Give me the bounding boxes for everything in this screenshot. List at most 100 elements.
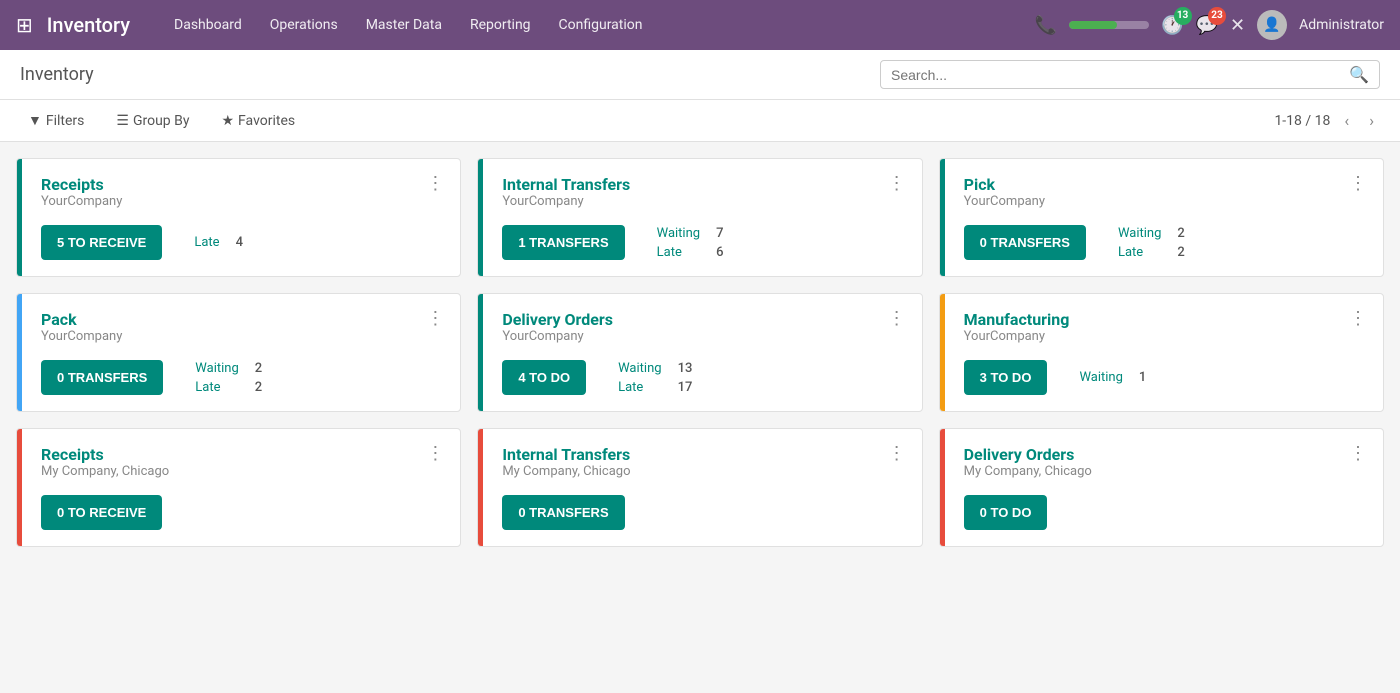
card-stat: Waiting 13 (618, 361, 692, 376)
card-stat: Late 6 (657, 245, 724, 260)
card-menu-button[interactable]: ⋮ (888, 175, 906, 193)
card-action-button[interactable]: 3 TO DO (964, 360, 1048, 395)
card-title: Receipts (41, 445, 169, 464)
star-icon: ★ (221, 113, 234, 129)
card-stat: Late 4 (194, 235, 243, 250)
card-title: Pack (41, 310, 122, 329)
card-menu-button[interactable]: ⋮ (426, 310, 444, 328)
card-receipts-1: Receipts YourCompany ⋮ 5 TO RECEIVE Late… (16, 158, 461, 277)
user-name[interactable]: Administrator (1299, 17, 1384, 33)
card-action-button[interactable]: 0 TO DO (964, 495, 1048, 530)
card-pack-1: Pack YourCompany ⋮ 0 TRANSFERS Waiting 2… (16, 293, 461, 412)
phone-icon[interactable]: 📞 (1035, 15, 1057, 36)
card-stat: Waiting 1 (1079, 370, 1146, 385)
stat-value: 13 (678, 361, 693, 376)
nav-operations[interactable]: Operations (258, 11, 350, 39)
search-bar: 🔍 (880, 60, 1380, 89)
card-menu-button[interactable]: ⋮ (426, 445, 444, 463)
nav-configuration[interactable]: Configuration (547, 11, 655, 39)
card-header: Delivery Orders YourCompany ⋮ (494, 310, 905, 356)
card-header: Internal Transfers My Company, Chicago ⋮ (494, 445, 905, 491)
activity-badge-btn[interactable]: 🕐 13 (1161, 15, 1183, 36)
card-stat: Waiting 2 (195, 361, 262, 376)
search-icon[interactable]: 🔍 (1349, 65, 1369, 84)
filter-icon: ▼ (28, 112, 42, 129)
card-stats: Waiting 7 Late 6 (657, 226, 724, 260)
card-subtitle: My Company, Chicago (964, 464, 1092, 479)
stat-label: Late (194, 235, 219, 250)
progress-bar (1069, 21, 1117, 29)
stat-value: 2 (1177, 226, 1184, 241)
stat-value: 7 (716, 226, 723, 241)
card-subtitle: YourCompany (41, 194, 122, 209)
card-border (478, 294, 483, 411)
card-header: Delivery Orders My Company, Chicago ⋮ (956, 445, 1367, 491)
toolbar-left: ▼ Filters ☰ Group By ★ Favorites (20, 108, 303, 133)
card-stats: Waiting 2 Late 2 (1118, 226, 1185, 260)
stat-label: Late (1118, 245, 1143, 260)
topbar: ⊞ Inventory Dashboard Operations Master … (0, 0, 1400, 50)
card-subtitle: YourCompany (964, 194, 1045, 209)
filters-button[interactable]: ▼ Filters (20, 108, 92, 133)
pagination-label: 1-18 / 18 (1274, 113, 1330, 129)
card-action-button[interactable]: 4 TO DO (502, 360, 586, 395)
card-body: 0 TO RECEIVE (33, 495, 444, 530)
groupby-label: Group By (133, 113, 190, 129)
activity-badge: 13 (1174, 7, 1192, 25)
groupby-icon: ☰ (116, 113, 129, 129)
groupby-button[interactable]: ☰ Group By (108, 109, 197, 133)
card-title: Delivery Orders (964, 445, 1092, 464)
favorites-label: Favorites (238, 113, 295, 129)
message-badge: 23 (1208, 7, 1226, 25)
card-border (940, 294, 945, 411)
card-border (17, 159, 22, 276)
card-receipts-2: Receipts My Company, Chicago ⋮ 0 TO RECE… (16, 428, 461, 547)
card-menu-button[interactable]: ⋮ (1349, 310, 1367, 328)
card-body: 0 TRANSFERS (494, 495, 905, 530)
card-menu-button[interactable]: ⋮ (888, 310, 906, 328)
card-header: Internal Transfers YourCompany ⋮ (494, 175, 905, 221)
card-internal-transfers-1: Internal Transfers YourCompany ⋮ 1 TRANS… (477, 158, 922, 277)
stat-value: 1 (1139, 370, 1146, 385)
grid-icon[interactable]: ⊞ (16, 13, 33, 37)
card-pick-1: Pick YourCompany ⋮ 0 TRANSFERS Waiting 2… (939, 158, 1384, 277)
card-body: 1 TRANSFERS Waiting 7 Late 6 (494, 225, 905, 260)
toolbar-right: 1-18 / 18 ‹ › (1274, 109, 1380, 132)
subheader: Inventory 🔍 (0, 50, 1400, 100)
card-body: 4 TO DO Waiting 13 Late 17 (494, 360, 905, 395)
prev-page-button[interactable]: ‹ (1338, 109, 1355, 132)
next-page-button[interactable]: › (1363, 109, 1380, 132)
card-action-button[interactable]: 0 TRANSFERS (964, 225, 1086, 260)
nav-dashboard[interactable]: Dashboard (162, 11, 254, 39)
nav-reporting[interactable]: Reporting (458, 11, 543, 39)
card-delivery-orders-2: Delivery Orders My Company, Chicago ⋮ 0 … (939, 428, 1384, 547)
toolbar: ▼ Filters ☰ Group By ★ Favorites 1-18 / … (0, 100, 1400, 142)
avatar: 👤 (1257, 10, 1287, 40)
card-manufacturing-1: Manufacturing YourCompany ⋮ 3 TO DO Wait… (939, 293, 1384, 412)
card-header: Pick YourCompany ⋮ (956, 175, 1367, 221)
card-menu-button[interactable]: ⋮ (888, 445, 906, 463)
stat-label: Late (657, 245, 682, 260)
card-subtitle: My Company, Chicago (41, 464, 169, 479)
card-stat: Late 2 (195, 380, 262, 395)
card-menu-button[interactable]: ⋮ (1349, 445, 1367, 463)
card-stat: Waiting 7 (657, 226, 724, 241)
card-action-button[interactable]: 0 TO RECEIVE (41, 495, 162, 530)
card-action-button[interactable]: 5 TO RECEIVE (41, 225, 162, 260)
card-action-button[interactable]: 0 TRANSFERS (502, 495, 624, 530)
stat-label: Waiting (618, 361, 661, 376)
card-menu-button[interactable]: ⋮ (1349, 175, 1367, 193)
card-body: 0 TRANSFERS Waiting 2 Late 2 (956, 225, 1367, 260)
stat-label: Waiting (1118, 226, 1161, 241)
favorites-button[interactable]: ★ Favorites (213, 109, 303, 133)
card-action-button[interactable]: 0 TRANSFERS (41, 360, 163, 395)
nav-master-data[interactable]: Master Data (354, 11, 454, 39)
stat-label: Waiting (657, 226, 700, 241)
message-badge-btn[interactable]: 💬 23 (1196, 15, 1218, 36)
topbar-nav: Dashboard Operations Master Data Reporti… (162, 11, 1027, 39)
card-action-button[interactable]: 1 TRANSFERS (502, 225, 624, 260)
close-icon[interactable]: ✕ (1230, 15, 1245, 36)
card-menu-button[interactable]: ⋮ (426, 175, 444, 193)
search-input[interactable] (891, 67, 1349, 83)
card-body: 0 TRANSFERS Waiting 2 Late 2 (33, 360, 444, 395)
